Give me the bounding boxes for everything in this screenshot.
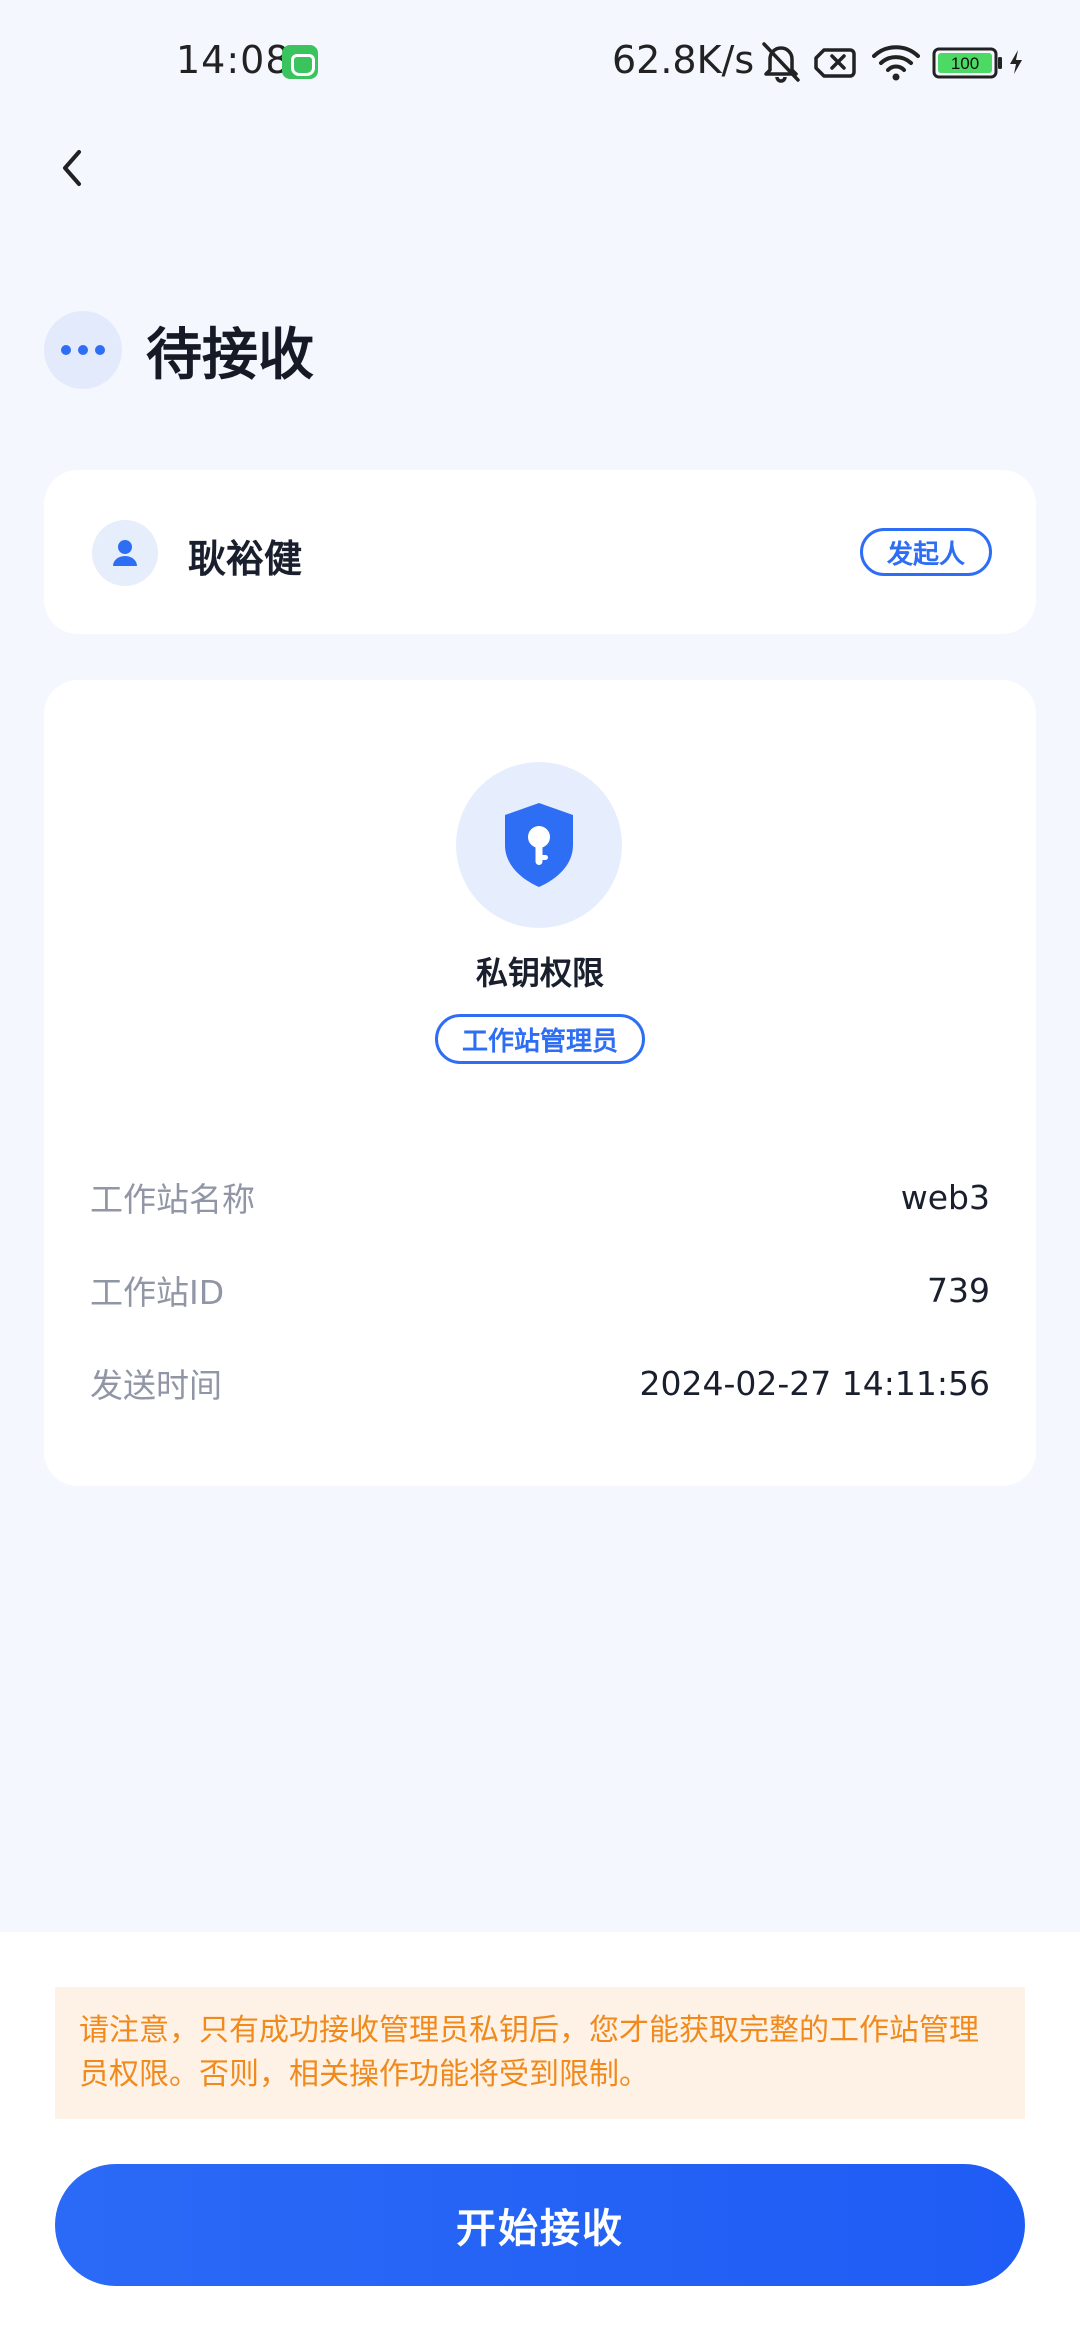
info-value: 2024-02-27 14:11:56 — [639, 1363, 990, 1403]
chevron-left-icon — [63, 150, 81, 186]
info-label: 发送时间 — [90, 1366, 222, 1405]
page-title: 待接收 — [146, 322, 314, 388]
info-row-workstation-id: 工作站ID 739 — [90, 1265, 990, 1315]
svg-text:100: 100 — [951, 54, 979, 73]
permission-detail-card: 私钥权限 工作站管理员 工作站名称 web3 工作站ID 739 发送时间 20… — [44, 680, 1036, 1486]
battery-icon: 100 — [932, 47, 1002, 79]
app-notification-icon — [282, 45, 318, 79]
permission-role-badge: 工作站管理员 — [434, 1014, 645, 1064]
sim-off-icon — [814, 48, 856, 78]
initiator-card: 耿裕健 发起人 — [44, 470, 1036, 634]
permission-role-wrap: 工作站管理员 — [44, 1014, 1036, 1064]
page-header: 待接收 — [44, 310, 314, 390]
info-label: 工作站名称 — [90, 1180, 255, 1219]
permission-title: 私钥权限 — [475, 954, 604, 992]
mute-bell-icon — [762, 42, 800, 83]
start-receive-button[interactable]: 开始接收 — [55, 2164, 1025, 2286]
initiator-name: 耿裕健 — [188, 537, 303, 581]
shield-key-icon — [456, 762, 622, 928]
info-value: 739 — [927, 1270, 990, 1310]
bottom-action-panel: 请注意，只有成功接收管理员私钥后，您才能获取完整的工作站管理员权限。否则，相关操… — [0, 1932, 1080, 2340]
wifi-icon — [872, 45, 920, 81]
initiator-role-badge: 发起人 — [860, 528, 992, 576]
info-row-send-time: 发送时间 2024-02-27 14:11:56 — [90, 1358, 990, 1408]
status-time: 14:08 — [176, 38, 291, 82]
info-value: web3 — [900, 1177, 990, 1217]
status-bar: 14:08 62.8K/s 100 — [0, 0, 1080, 125]
network-speed: 62.8K/s — [612, 38, 755, 82]
back-button[interactable] — [44, 140, 100, 196]
info-label: 工作站ID — [90, 1273, 225, 1312]
more-dots-icon — [44, 311, 122, 389]
person-icon — [113, 540, 137, 566]
status-icons: 100 — [758, 40, 1026, 84]
info-row-workstation-name: 工作站名称 web3 — [90, 1172, 990, 1222]
avatar — [92, 520, 158, 586]
charging-icon — [1010, 50, 1022, 74]
notice-banner: 请注意，只有成功接收管理员私钥后，您才能获取完整的工作站管理员权限。否则，相关操… — [55, 1987, 1025, 2119]
